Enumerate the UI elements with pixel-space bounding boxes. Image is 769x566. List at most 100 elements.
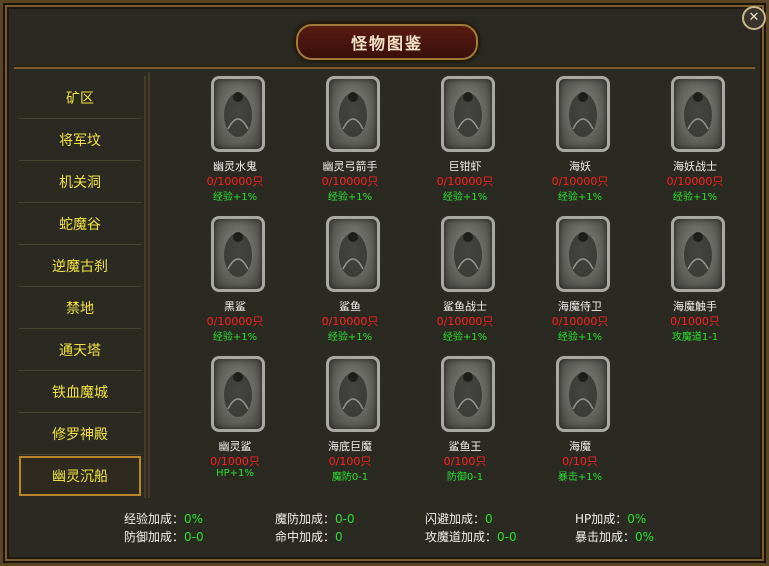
kill-total: /10000只 [328, 315, 379, 328]
monster-bonus: 防御0-1 [446, 472, 484, 483]
kill-total: /10000只 [558, 175, 609, 188]
sidebar-item[interactable]: 蛇魔谷 [19, 204, 141, 245]
monster-card[interactable]: 幽灵水鬼 0/10000只 经验+1% [180, 74, 290, 210]
bonus-stat-value: 0-0 [184, 530, 204, 544]
monster-bonus: HP+1% [216, 468, 254, 479]
monster-name: 幽灵弓箭手 [322, 160, 378, 173]
sea-demon-tentacle-icon [671, 216, 725, 292]
monster-card[interactable]: 巨钳虾 0/10000只经验+1% [410, 74, 520, 210]
shark-king-icon [441, 356, 495, 432]
kill-current: 0 [436, 175, 444, 188]
kill-total: /10000只 [673, 175, 724, 188]
monster-name: 巨钳虾 [448, 160, 482, 173]
monster-card[interactable]: 海魔 0/10只 暴击+1% [525, 354, 635, 490]
monster-card[interactable]: 鲨鱼王 0/100只 防御0-1 [410, 354, 520, 490]
kill-current: 0 [551, 175, 559, 188]
bonus-stat-value: 0% [635, 530, 655, 544]
monster-card[interactable]: 黑鲨 0/10000只经验+1% [180, 214, 290, 350]
monster-name: 鲨鱼战士 [443, 300, 487, 313]
kill-current: 0 [443, 455, 451, 468]
sidebar-item[interactable]: 铁血魔城 [19, 372, 141, 413]
kill-current: 0 [666, 175, 674, 188]
bonus-stat-label: 攻魔道加成： [425, 530, 498, 544]
kill-total: /100只 [450, 455, 487, 468]
bonus-stat-label: 经验加成： [124, 512, 185, 526]
bonus-stat-label: HP加成： [575, 512, 628, 526]
kill-count: 0/10000只 [295, 173, 405, 189]
monster-bonus: 经验+1% [442, 192, 488, 203]
kill-count: 0/10000只 [525, 173, 635, 189]
monster-bonus: 经验+1% [327, 332, 373, 343]
bonus-stat-label: 防御加成： [124, 530, 185, 544]
ghost-shark-icon [211, 356, 265, 432]
kill-count: 0/1000只 [180, 453, 290, 469]
monster-card[interactable]: 海魔侍卫 0/10000只 经验+1% [525, 214, 635, 350]
kill-current: 0 [321, 175, 329, 188]
kill-current: 0 [551, 315, 559, 328]
sidebar-item[interactable]: 将军坟 [19, 120, 141, 161]
deep-sea-troll-icon [326, 356, 380, 432]
sidebar-item[interactable]: 修罗神殿 [19, 414, 141, 455]
ghost-diver-icon [211, 76, 265, 152]
bonus-stat-label: 魔防加成： [275, 512, 336, 526]
kill-count: 0/10000只 [180, 173, 290, 189]
kill-current: 0 [436, 315, 444, 328]
sea-demon-icon [556, 356, 610, 432]
monster-name: 黑鲨 [224, 300, 246, 313]
giant-shrimp-icon [441, 76, 495, 152]
bonus-stat-label: 命中加成： [275, 530, 336, 544]
kill-total: /1000只 [677, 315, 720, 328]
sidebar-item[interactable]: 通天塔 [19, 330, 141, 371]
monster-bonus: 经验+1% [212, 332, 258, 343]
monster-card[interactable]: 海妖战士 0/10000只 经验+1% [640, 74, 750, 210]
sidebar-item[interactable]: 禁地 [19, 288, 141, 329]
kill-total: /10000只 [213, 315, 264, 328]
monster-card[interactable]: 幽灵弓箭手 0/10000只 经验+1% [295, 74, 405, 210]
monster-name: 海魔侍卫 [558, 300, 602, 313]
sidebar-item[interactable]: 机关洞 [19, 162, 141, 203]
siren-warrior-icon [671, 76, 725, 152]
kill-total: /10只 [569, 455, 598, 468]
monster-name: 鲨鱼王 [448, 440, 482, 453]
monster-card[interactable]: 幽灵鲨 0/1000只 HP+1% [180, 354, 290, 490]
bonus-stat: 命中加成：0 [275, 528, 343, 545]
close-button[interactable]: ✕ [742, 6, 766, 30]
monster-bonus: 魔防0-1 [331, 472, 369, 483]
kill-current: 0 [206, 175, 214, 188]
bonus-stat-value: 0% [627, 512, 647, 526]
monster-card[interactable]: 海妖 0/10000只 经验+1% [525, 74, 635, 210]
monster-bonus: 经验+1% [557, 332, 603, 343]
sidebar-item[interactable]: 幽灵沉船 [19, 456, 141, 496]
bonus-stat: 防御加成：0-0 [124, 528, 204, 545]
kill-current: 0 [328, 455, 336, 468]
monster-name: 幽灵鲨 [218, 440, 252, 453]
monster-card[interactable]: 鲨鱼战士 0/10000只 经验+1% [410, 214, 520, 350]
monster-card[interactable]: 海底巨魔 0/100只 魔防0-1 [295, 354, 405, 490]
bonus-stat: 闪避加成：0 [425, 510, 493, 527]
window-title: 怪物图鉴 [350, 34, 423, 53]
monster-card[interactable]: 海魔触手 0/1000只 攻魔道1-1 [640, 214, 750, 350]
bonus-summary: 经验加成：0% 魔防加成：0-0 闪避加成：0 HP加成：0% 防御加成：0-0 命中加成… [0, 504, 769, 554]
kill-total: /10000只 [213, 175, 264, 188]
sidebar-item[interactable]: 逆魔古刹 [19, 246, 141, 287]
sidebar-item[interactable]: 矿区 [19, 78, 141, 119]
title-divider [14, 66, 755, 69]
kill-current: 0 [321, 315, 329, 328]
monster-name: 幽灵水鬼 [213, 160, 257, 173]
kill-total: /10000只 [558, 315, 609, 328]
bonus-stat: 魔防加成：0-0 [275, 510, 355, 527]
monster-name: 海魔触手 [673, 300, 717, 313]
bonus-stat-value: 0-0 [497, 530, 517, 544]
monster-grid: 幽灵水鬼 0/10000只 经验+1% 幽灵弓箭手 0/10000只 经验+1% 巨钳虾 0/… [150, 72, 760, 498]
bonus-stat: 暴击加成：0% [575, 528, 654, 545]
monster-bonus: 经验+1% [212, 192, 258, 203]
monster-name: 海妖战士 [673, 160, 717, 173]
shark-warrior-icon [441, 216, 495, 292]
monster-card[interactable]: 鲨鱼 0/10000只 经验+1% [295, 214, 405, 350]
kill-count: 0/100只 [410, 453, 520, 469]
kill-count: 0/10000只 [410, 173, 520, 189]
kill-total: /10000只 [443, 315, 494, 328]
kill-count: 0/10000只 [180, 313, 290, 329]
monster-bonus: 经验+1% [442, 332, 488, 343]
bonus-stat: HP加成：0% [575, 510, 646, 527]
